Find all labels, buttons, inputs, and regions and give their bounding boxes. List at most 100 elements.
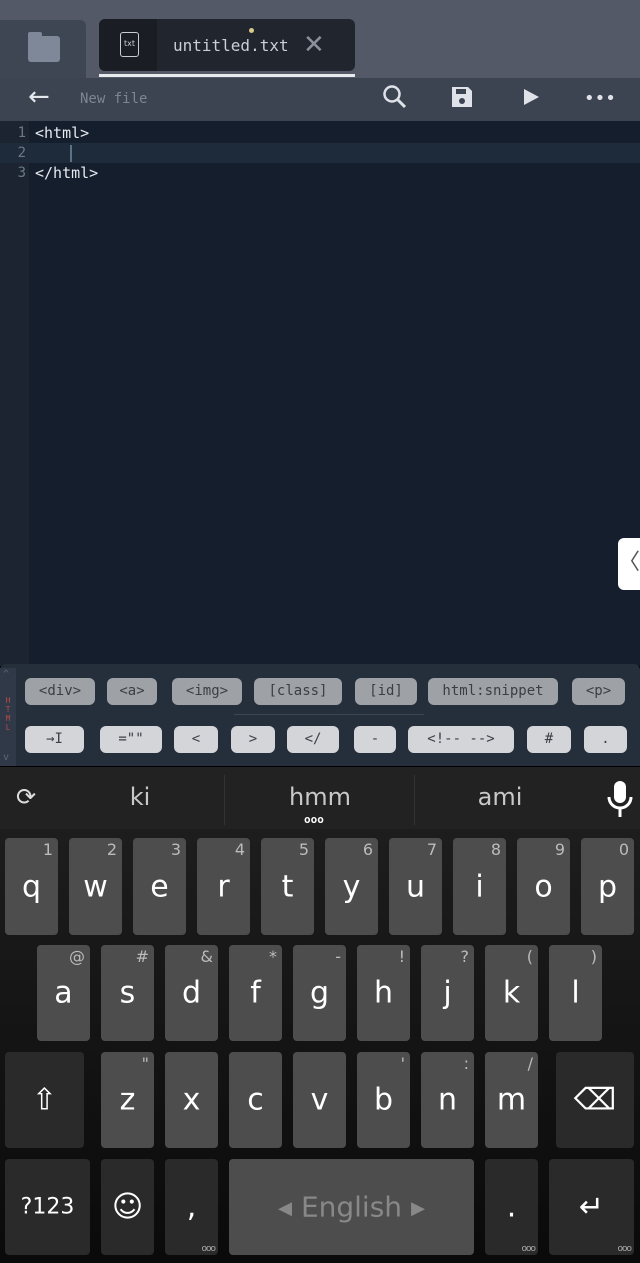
snippet-button[interactable]: =""	[100, 726, 162, 753]
key-u[interactable]: u7	[389, 838, 442, 935]
key-label: y	[342, 869, 361, 904]
snippet-button[interactable]: <img>	[172, 678, 242, 705]
key-j[interactable]: j?	[421, 945, 474, 1041]
key-z[interactable]: z "	[101, 1052, 154, 1148]
line-number: 1	[17, 125, 26, 141]
snippet-button[interactable]: >	[231, 726, 275, 753]
line-number: 3	[17, 165, 26, 181]
code-line[interactable]: 3 </html>	[0, 163, 640, 183]
enter-key[interactable]: ↵ ooo	[549, 1159, 634, 1255]
snippet-button[interactable]: →I	[25, 726, 84, 753]
snippet-button[interactable]: [class]	[254, 678, 342, 705]
symbols-key[interactable]: ?123	[5, 1159, 90, 1255]
mode-label: HTML	[5, 696, 11, 732]
mode-switcher[interactable]: ^ HTML v	[0, 668, 16, 766]
file-explorer-button[interactable]	[0, 20, 86, 78]
play-icon[interactable]	[521, 84, 541, 116]
key-more-indicator: ooo	[521, 1244, 535, 1254]
file-title: New file	[80, 91, 148, 107]
key-label: x	[182, 1082, 201, 1118]
key-hint: !	[398, 947, 405, 966]
key-c[interactable]: c	[229, 1052, 282, 1148]
period-key[interactable]: . ooo	[485, 1159, 538, 1255]
key-hint: 4	[234, 840, 245, 859]
snippet-button[interactable]: .	[584, 726, 627, 753]
code-editor[interactable]: 1 <html> 2 3 </html>	[0, 121, 640, 666]
suggestion[interactable]: hmm	[270, 783, 370, 811]
key-hint: 0	[618, 840, 629, 859]
key-more-indicator: ooo	[201, 1244, 215, 1254]
snippet-button[interactable]: [id]	[355, 678, 417, 705]
key-label: v	[310, 1082, 329, 1118]
key-o[interactable]: o9	[517, 838, 570, 935]
key-i[interactable]: i8	[453, 838, 506, 935]
key-s[interactable]: s #	[101, 945, 154, 1041]
key-p[interactable]: p0	[581, 838, 634, 935]
key-label: m	[496, 1082, 527, 1118]
key-k[interactable]: k(	[485, 945, 538, 1041]
text-correction-icon[interactable]: ⟳	[16, 783, 36, 811]
txt-file-icon: txt	[120, 32, 139, 57]
toolbar: ← New file •••	[0, 78, 640, 121]
key-f[interactable]: f *	[229, 945, 282, 1041]
key-m[interactable]: m /	[485, 1052, 538, 1148]
key-y[interactable]: y6	[325, 838, 378, 935]
key-x[interactable]: x	[165, 1052, 218, 1148]
key-label: l	[571, 975, 580, 1011]
suggestion-more[interactable]: ooo	[304, 813, 324, 826]
code-text: <html>	[35, 124, 90, 142]
snippet-button[interactable]: <a>	[107, 678, 157, 705]
code-line[interactable]: 1 <html>	[0, 123, 640, 143]
snippet-button[interactable]: <!-- -->	[408, 726, 514, 753]
chevron-down-icon[interactable]: v	[3, 753, 9, 763]
shift-key[interactable]: ⇧	[5, 1052, 84, 1148]
snippet-button[interactable]: <	[174, 726, 218, 753]
comma-key[interactable]: , ooo	[165, 1159, 218, 1255]
key-label: g	[309, 975, 330, 1011]
key-g[interactable]: g-	[293, 945, 346, 1041]
back-arrow-icon[interactable]: ←	[28, 82, 50, 112]
space-key[interactable]: ◂ English ▸	[229, 1159, 474, 1255]
key-w[interactable]: w2	[69, 838, 122, 935]
key-t[interactable]: t5	[261, 838, 314, 935]
snippet-button[interactable]: #	[527, 726, 571, 753]
key-r[interactable]: r4	[197, 838, 250, 935]
key-h[interactable]: h!	[357, 945, 410, 1041]
key-n[interactable]: n:	[421, 1052, 474, 1148]
key-label: k	[502, 975, 521, 1011]
key-b[interactable]: b '	[357, 1052, 410, 1148]
key-more-indicator: ooo	[617, 1244, 631, 1254]
key-label: u	[405, 869, 425, 904]
microphone-icon[interactable]	[606, 779, 634, 823]
key-label: ?123	[20, 1194, 75, 1220]
tab-untitled[interactable]: txt untitled.txt ✕	[99, 19, 355, 71]
more-options-icon[interactable]: •••	[584, 88, 616, 109]
key-e[interactable]: e3	[133, 838, 186, 935]
snippet-button[interactable]: <div>	[25, 678, 95, 705]
suggestion[interactable]: ami	[450, 783, 550, 811]
close-tab-icon[interactable]: ✕	[303, 30, 325, 60]
backspace-key[interactable]: ⌫	[556, 1052, 634, 1148]
code-line-active[interactable]: 2	[0, 143, 640, 163]
snippet-button[interactable]: html:snippet	[428, 678, 558, 705]
key-hint: '	[400, 1054, 405, 1073]
snippet-button[interactable]: <p>	[572, 678, 625, 705]
key-l[interactable]: l)	[549, 945, 602, 1041]
chevron-up-icon[interactable]: ^	[3, 670, 9, 680]
key-v[interactable]: v	[293, 1052, 346, 1148]
key-hint: ?	[460, 947, 470, 966]
side-panel-handle[interactable]: 〈	[618, 538, 640, 590]
key-label: w	[83, 869, 108, 904]
search-icon[interactable]	[382, 84, 408, 116]
emoji-key[interactable]: ☺	[101, 1159, 154, 1255]
key-hint: 1	[42, 840, 53, 859]
key-label: p	[597, 869, 618, 904]
save-icon[interactable]	[450, 84, 474, 116]
snippet-button[interactable]: -	[354, 726, 396, 753]
key-q[interactable]: q1	[5, 838, 58, 935]
key-d[interactable]: d &	[165, 945, 218, 1041]
snippet-button[interactable]: </	[287, 726, 339, 753]
key-hint: 5	[298, 840, 309, 859]
key-a[interactable]: a @	[37, 945, 90, 1041]
suggestion[interactable]: ki	[90, 783, 190, 811]
